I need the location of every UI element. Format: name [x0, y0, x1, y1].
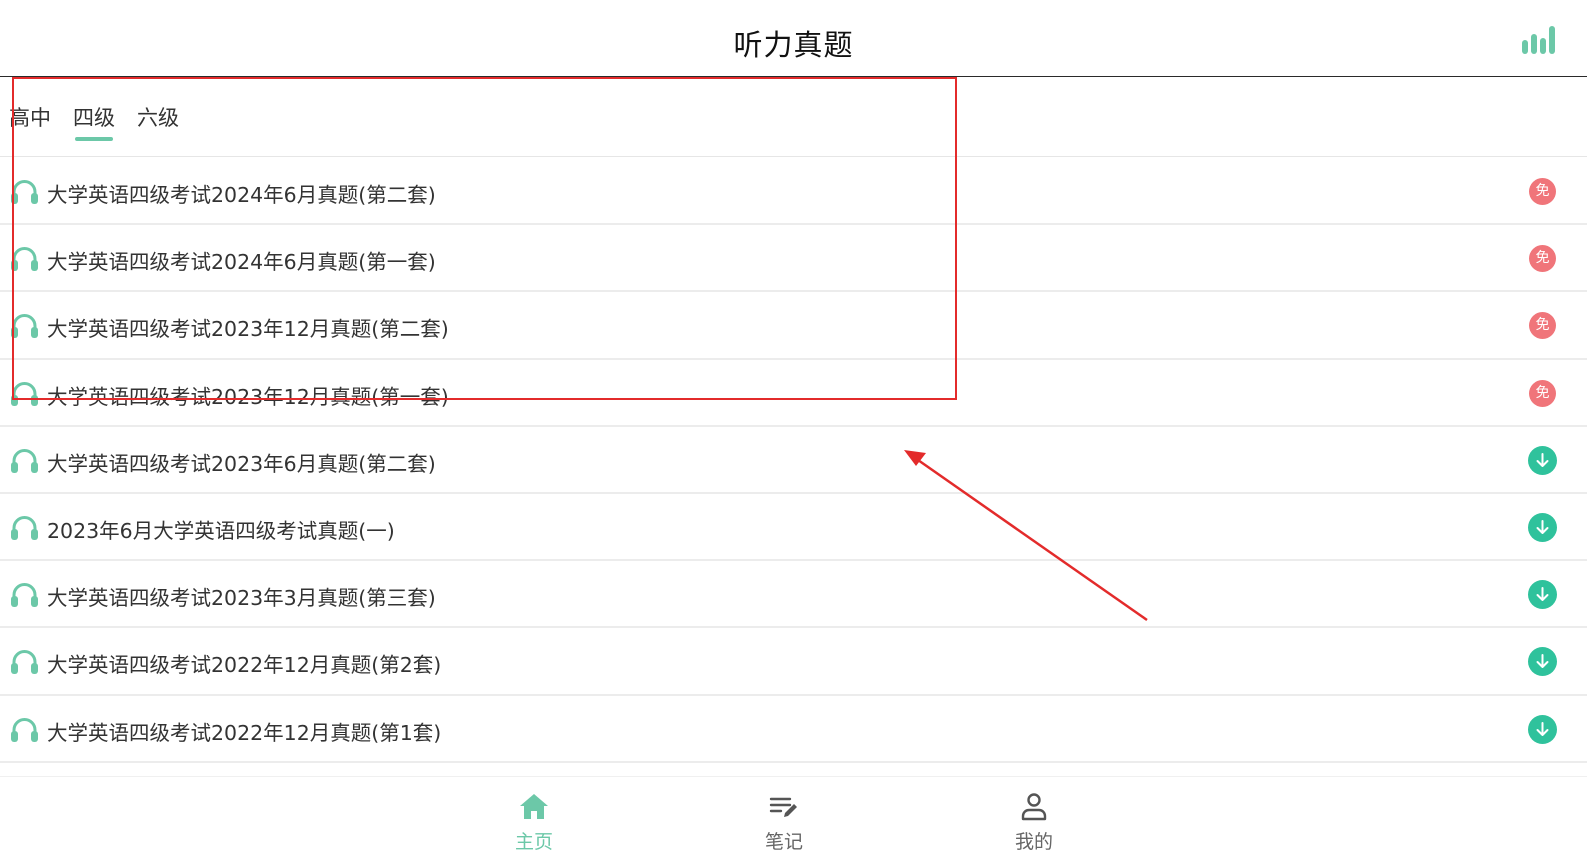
tab-label: 六级 [137, 106, 179, 130]
headphones-icon [11, 314, 38, 339]
headphones-icon [11, 583, 38, 608]
download-arrow-icon [1536, 721, 1549, 736]
notes-edit-icon [769, 797, 797, 817]
download-arrow-icon [1536, 452, 1549, 467]
list-item[interactable]: 大学英语四级考试2022年12月真题(第2套) [0, 628, 1587, 696]
download-arrow-icon [1536, 519, 1549, 534]
list-item[interactable]: 大学英语四级考试2023年3月真题(第三套) [0, 561, 1587, 629]
free-badge: 免 [1529, 178, 1556, 205]
headphones-icon [11, 516, 38, 540]
download-button[interactable] [1528, 714, 1557, 744]
list-item-title: 大学英语四级考试2024年6月真题(第一套) [47, 250, 436, 275]
headphones-icon [11, 717, 38, 742]
nav-mine[interactable]: 我的 [974, 777, 1094, 864]
nav-label: 笔记 [764, 831, 803, 853]
list-item-title: 大学英语四级考试2023年12月真题(第一套) [47, 384, 449, 409]
top-header: 听力真题 [0, 0, 1587, 77]
nav-label: 主页 [514, 831, 553, 853]
tab-senior-high[interactable]: 高中 [9, 102, 51, 132]
download-button[interactable] [1528, 512, 1557, 542]
list-item[interactable]: 大学英语四级考试2024年6月真题(第一套) 免 [0, 225, 1587, 293]
bar-chart-icon[interactable] [1520, 24, 1558, 56]
list-item-title: 大学英语四级考试2024年6月真题(第二套) [47, 183, 436, 207]
headphones-icon [11, 180, 38, 204]
category-tabs: 高中 四级 六级 [0, 78, 1587, 157]
list-item-title: 大学英语四级考试2023年3月真题(第三套) [47, 586, 436, 611]
list-item-title: 大学英语四级考试2022年12月真题(第1套) [47, 720, 442, 745]
tab-label: 高中 [9, 106, 51, 130]
download-button[interactable] [1528, 647, 1557, 677]
home-icon [520, 794, 548, 819]
list-item-title: 大学英语四级考试2023年12月真题(第二套) [47, 317, 449, 342]
headphones-icon [11, 381, 38, 406]
list-item-title: 大学英语四级考试2023年6月真题(第二套) [47, 451, 436, 476]
free-badge: 免 [1529, 379, 1556, 407]
download-button[interactable] [1528, 580, 1557, 610]
nav-label: 我的 [1014, 831, 1053, 853]
active-tab-indicator [75, 137, 113, 141]
download-button[interactable] [1528, 445, 1557, 475]
nav-notes[interactable]: 笔记 [724, 777, 844, 864]
free-badge: 免 [1529, 312, 1556, 340]
user-icon [1021, 793, 1047, 821]
download-arrow-icon [1536, 587, 1549, 602]
headphones-icon [11, 650, 38, 675]
headphones-icon [11, 247, 38, 272]
list-item-title: 大学英语四级考试2022年12月真题(第2套) [47, 653, 442, 678]
list-item[interactable]: 大学英语四级考试2023年6月真题(第二套) [0, 427, 1587, 494]
list-item[interactable]: 大学英语四级考试2022年12月真题(第1套) [0, 696, 1587, 763]
nav-home[interactable]: 主页 [474, 777, 594, 864]
list-item[interactable]: 大学英语四级考试2023年12月真题(第二套) 免 [0, 292, 1587, 360]
download-arrow-icon [1536, 654, 1549, 669]
list-item[interactable]: 2023年6月大学英语四级考试真题(一) [0, 494, 1587, 562]
bottom-nav: 主页 笔记 我的 [0, 776, 1587, 864]
tab-cet4[interactable]: 四级 [73, 102, 115, 141]
list-item-title: 2023年6月大学英语四级考试真题(一) [47, 518, 395, 543]
free-badge: 免 [1529, 245, 1556, 273]
tab-cet6[interactable]: 六级 [137, 102, 179, 132]
exam-list[interactable]: 大学英语四级考试2024年6月真题(第二套) 免 大学英语四级考试2024年6月… [0, 158, 1587, 775]
list-item[interactable]: 大学英语四级考试2024年6月真题(第二套) 免 [0, 158, 1587, 226]
tab-label: 四级 [73, 106, 115, 130]
list-item[interactable]: 大学英语四级考试2023年12月真题(第一套) 免 [0, 360, 1587, 427]
headphones-icon [11, 448, 38, 473]
page-title: 听力真题 [733, 28, 854, 62]
